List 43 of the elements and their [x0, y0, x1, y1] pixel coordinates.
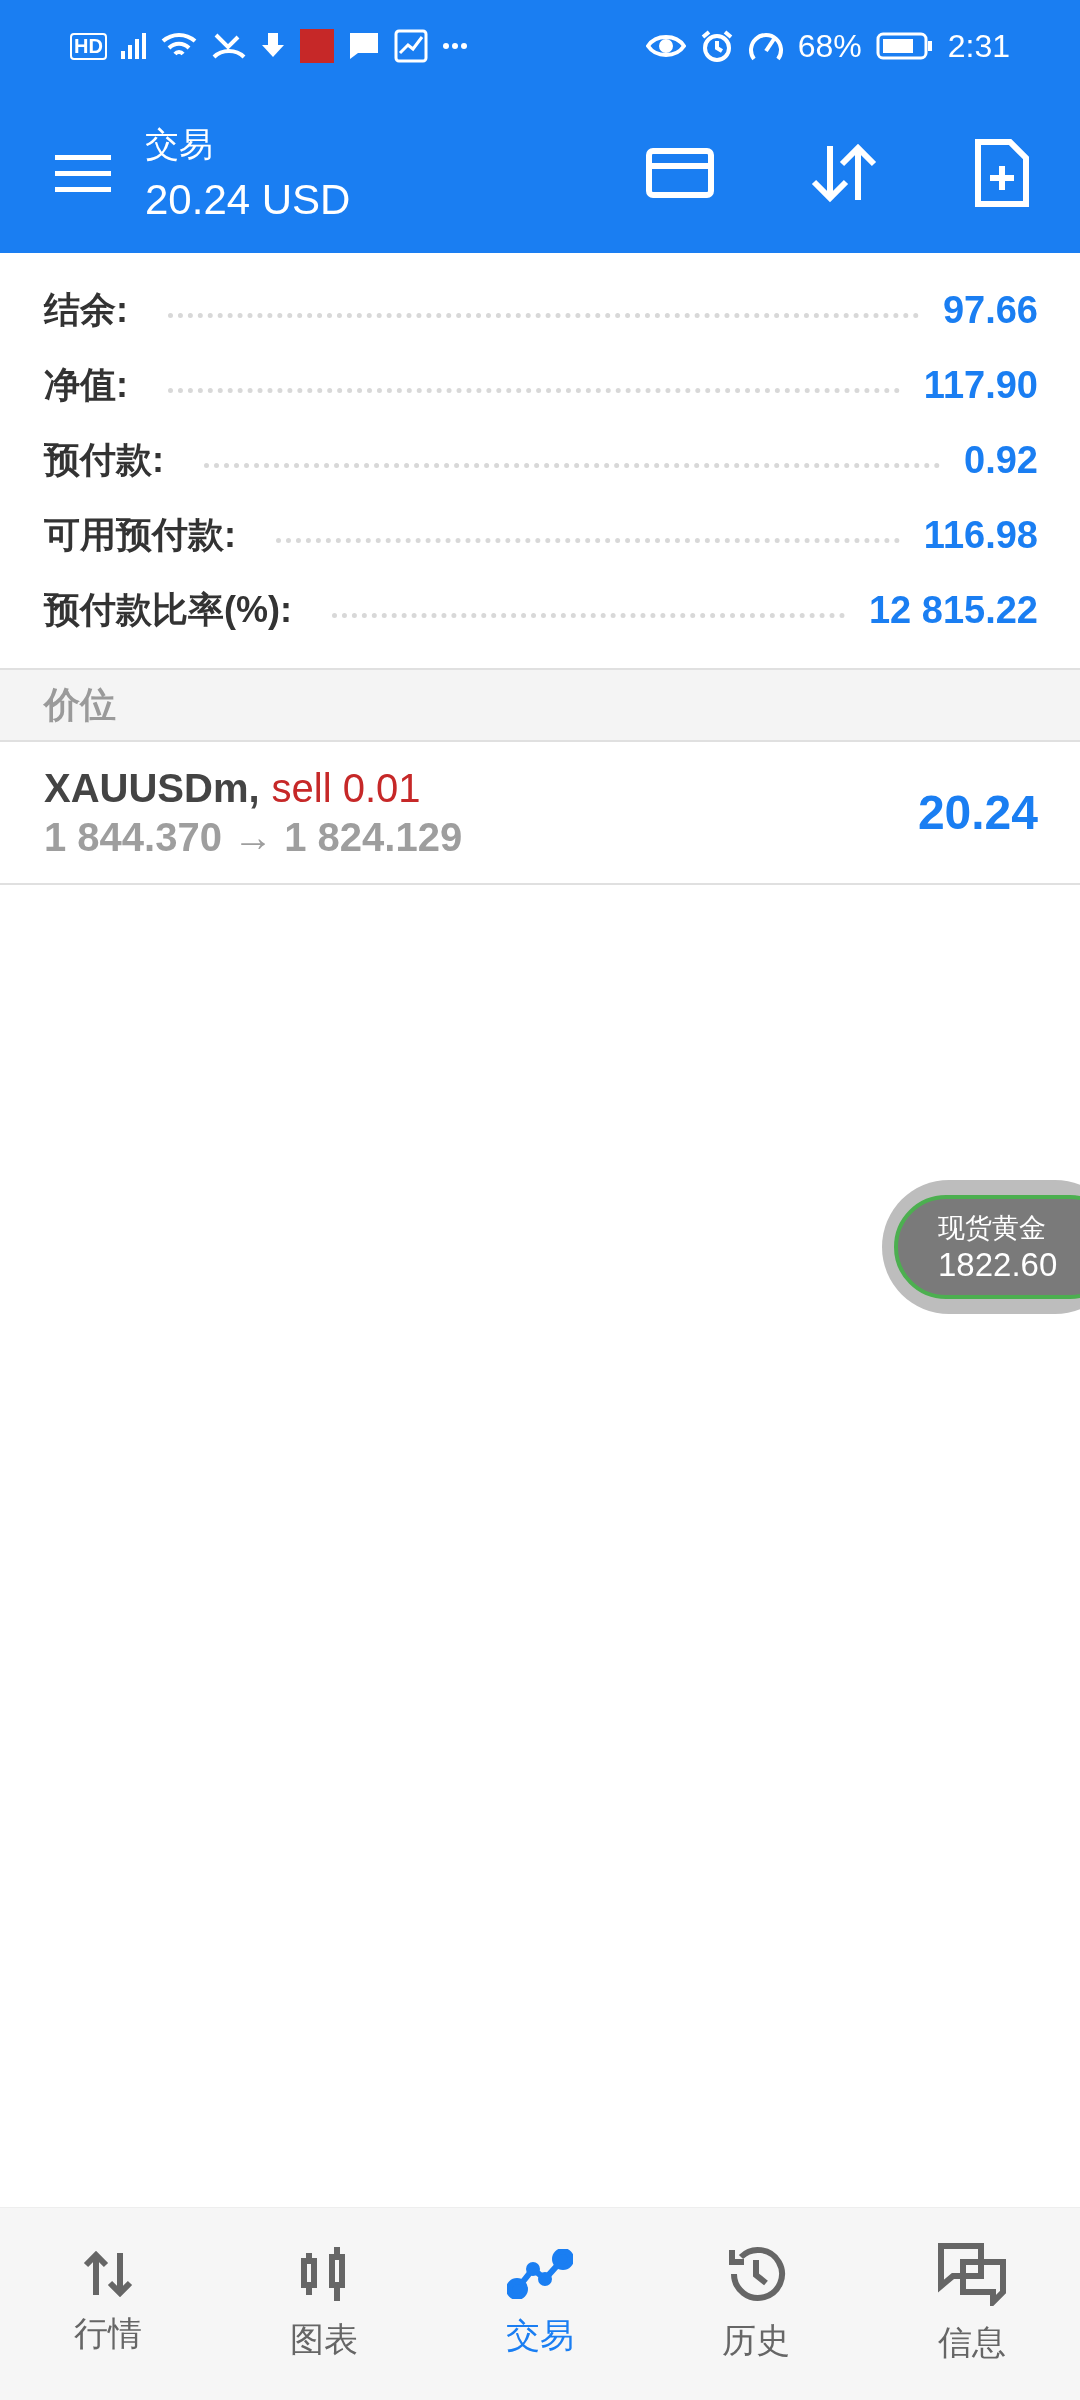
summary-label: 预付款比率(%): [44, 588, 292, 632]
chat-bubbles-icon [937, 2242, 1007, 2306]
more-icon [441, 42, 468, 50]
hd-icon: HD [70, 32, 107, 60]
history-icon [726, 2244, 786, 2304]
position-order: sell 0.01 [271, 765, 421, 811]
nav-tab[interactable]: 图表 [216, 2208, 432, 2400]
chart-app-icon [393, 29, 428, 63]
summary-value: 12 815.22 [868, 589, 1038, 632]
battery-percent: 68% [797, 27, 862, 65]
widget-name: 现货黄金 [938, 1212, 1047, 1245]
menu-icon[interactable] [55, 152, 111, 193]
nav-tab[interactable]: 历史 [648, 2208, 864, 2400]
summary-value: 97.66 [942, 289, 1038, 332]
signal-icon [120, 33, 146, 59]
alarm-icon [699, 29, 734, 63]
position-profit: 20.24 [917, 785, 1038, 840]
section-title: 价位 [44, 682, 116, 727]
summary-label: 可用预付款: [44, 513, 236, 557]
eye-icon [645, 32, 686, 60]
summary-value: 116.98 [923, 514, 1038, 557]
nav-tab[interactable]: 行情 [0, 2208, 216, 2400]
up-down-arrows-icon [82, 2251, 134, 2297]
account-balance: 20.24 USD [145, 175, 352, 224]
position-symbol: XAUUSDm, [44, 765, 260, 811]
widget-price: 1822.60 [938, 1246, 1059, 1284]
message-icon [347, 31, 380, 61]
new-document-icon[interactable] [974, 137, 1030, 208]
screen-title: 交易 [145, 123, 214, 165]
card-icon[interactable] [646, 147, 714, 198]
line-chart-icon [507, 2249, 573, 2299]
summary-value: 0.92 [964, 439, 1038, 482]
summary-label: 结余: [44, 288, 128, 332]
summary-value: 117.90 [923, 364, 1038, 407]
sort-arrows-icon[interactable] [810, 141, 878, 204]
position-prices: 1 844.370 → 1 824.129 [44, 814, 464, 860]
summary-label: 预付款: [44, 438, 164, 482]
floating-price-widget[interactable]: 现货黄金 1822.60 [882, 1180, 1080, 1314]
nav-tab[interactable]: 信息 [864, 2208, 1080, 2400]
clock-time: 2:31 [947, 27, 1010, 65]
summary-label: 净值: [44, 363, 128, 407]
battery-icon [875, 31, 934, 61]
nav-tab[interactable]: 交易 [432, 2208, 648, 2400]
